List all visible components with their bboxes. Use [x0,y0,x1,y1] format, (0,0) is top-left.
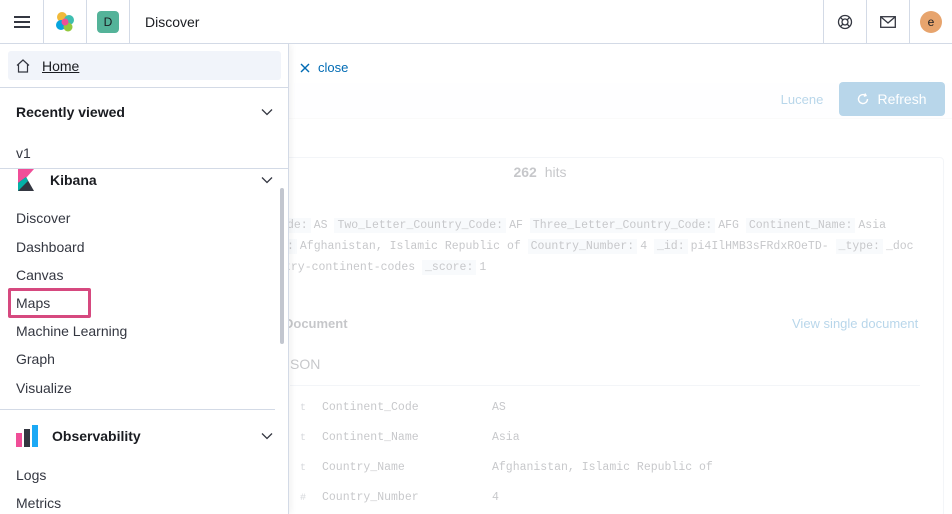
refresh-button[interactable]: Refresh [839,82,945,116]
hits-number: 262 [513,164,537,180]
field-value: AS [492,401,506,414]
nav-item-canvas[interactable]: Canvas [16,267,63,283]
nav-item-logs[interactable]: Logs [16,467,46,483]
maps-highlight-box [8,288,91,318]
recently-viewed-title: Recently viewed [16,104,125,120]
field-type-icon: t [300,433,307,444]
nav-home-link[interactable]: Home [8,51,281,80]
divider [290,385,920,386]
refresh-label: Refresh [877,91,927,107]
close-label: close [318,60,349,75]
menu-icon [13,15,30,28]
field-row: # Country_Number 4 [300,491,499,504]
user-menu-button[interactable]: e [909,0,952,44]
field-name: Continent_Name [322,431,419,444]
nav-item-discover[interactable]: Discover [16,210,70,226]
menu-button[interactable] [0,0,44,44]
avatar: e [920,10,942,33]
divider [0,87,289,88]
nav-scrollbar[interactable] [280,188,284,344]
help-icon [837,14,853,29]
help-button[interactable] [823,0,866,44]
observability-group-toggle[interactable]: Observability [16,424,274,448]
elastic-logo-icon [56,11,74,31]
kibana-logo-icon [18,169,34,191]
newsfeed-button[interactable] [866,0,909,44]
home-label: Home [42,57,80,74]
observability-logo-icon [16,425,38,447]
recently-viewed-toggle[interactable]: Recently viewed [16,100,274,124]
navigation-flyout: Home Recently viewed v1 Kibana Discover … [0,44,289,514]
field-type-icon: t [300,463,307,474]
space-badge: D [97,10,119,33]
view-single-document-link[interactable]: View single document [792,316,918,331]
chevron-down-icon [261,109,273,116]
nav-item-metrics[interactable]: Metrics [16,495,61,511]
tab-json[interactable]: SON [290,356,320,372]
recent-item[interactable]: v1 [16,145,31,161]
field-value: Afghanistan, Islamic Republic of [492,461,713,474]
observability-group-title: Observability [52,428,141,444]
nav-item-graph[interactable]: Graph [16,351,55,367]
divider [0,409,275,410]
space-selector[interactable]: D [87,0,130,44]
field-value: 4 [492,491,499,504]
doc-summary-line-3: try-continent-codes _score: 1 [284,260,487,275]
doc-summary-line-2: : Afghanistan, Islamic Republic of Countr… [284,239,914,254]
refresh-icon [858,93,869,105]
close-icon [300,63,310,72]
field-type-icon: t [300,403,307,414]
doc-summary-line-1: de: AS Two_Letter_Country_Code: AF Three_L… [284,218,886,233]
nav-item-dashboard[interactable]: Dashboard [16,239,85,255]
lucene-button[interactable]: Lucene [768,82,836,116]
chevron-down-icon [261,433,273,440]
nav-item-visualize[interactable]: Visualize [16,380,72,396]
field-type-icon: # [300,493,307,504]
kibana-group-toggle[interactable]: Kibana [16,168,274,192]
field-name: Country_Name [322,461,405,474]
mail-icon [880,15,896,28]
home-icon [16,58,30,73]
hits-label: hits [544,164,567,180]
field-name: Country_Number [322,491,419,504]
expanded-document-title: Document [284,316,348,331]
field-value: Asia [492,431,520,444]
top-header: D Discover e [0,0,952,44]
field-name: Continent_Code [322,401,419,414]
page-title: Discover [145,13,200,30]
elastic-logo-button[interactable] [44,0,87,44]
nav-item-machine-learning[interactable]: Machine Learning [16,323,127,339]
field-row: t Continent_Code AS [300,401,506,414]
field-row: t Continent_Name Asia [300,431,520,444]
close-link[interactable]: close [300,60,348,75]
chevron-down-icon [261,177,273,184]
field-row: t Country_Name Afghanistan, Islamic Repu… [300,461,713,474]
kibana-group-title: Kibana [50,172,97,188]
